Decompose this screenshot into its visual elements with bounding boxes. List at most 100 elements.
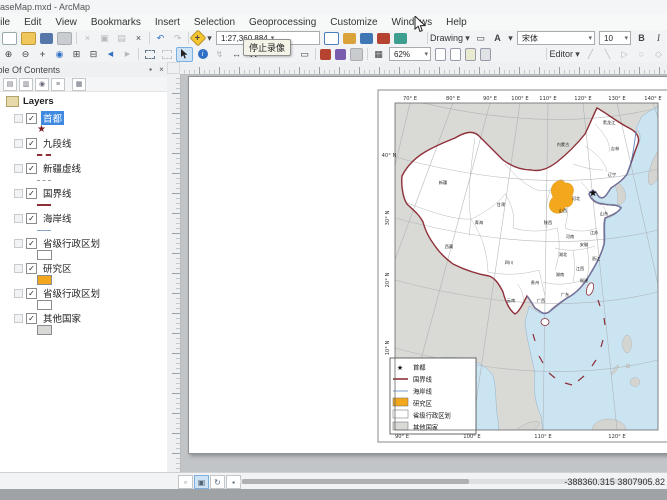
layer-checkbox[interactable]: ✓ — [26, 287, 37, 299]
layer-item-province-divisions-2[interactable]: ✓ 省级行政区划 — [14, 287, 164, 311]
layer-checkbox[interactable]: ✓ — [26, 187, 37, 199]
full-extent-icon[interactable]: ◉ — [52, 48, 67, 61]
star-symbol[interactable]: ★ — [37, 125, 46, 135]
catalog-window-icon[interactable] — [343, 32, 356, 44]
cut-icon[interactable]: × — [80, 32, 95, 45]
viewer-window-icon[interactable]: ▭ — [297, 48, 312, 61]
layer-checkbox[interactable]: ✓ — [26, 212, 37, 224]
list-by-drawing-order-icon[interactable]: ▤ — [3, 77, 17, 91]
select-features-icon[interactable] — [142, 48, 157, 61]
focus-dataframe-icon[interactable] — [465, 47, 476, 61]
list-by-selection-icon[interactable]: ≡ — [51, 77, 65, 91]
print-icon[interactable] — [57, 31, 72, 45]
modelbuilder-icon[interactable] — [394, 32, 407, 44]
expander-icon[interactable] — [14, 113, 23, 123]
zoom-100-icon[interactable] — [450, 47, 461, 61]
layer-checkbox[interactable]: ✓ — [26, 137, 37, 149]
layer-label[interactable]: 其他国家 — [41, 311, 83, 325]
map-data-frame[interactable]: 新疆 西藏 青海 甘肃 内蒙古 黑龙江 吉林 辽宁 河北 山西 陕西 河南 山东… — [377, 86, 667, 446]
font-size-combo[interactable]: 10 ▾ — [599, 31, 631, 45]
fixed-zoom-in-icon[interactable]: ⊞ — [69, 48, 84, 61]
toc-window-icon[interactable] — [324, 31, 339, 45]
layout-view-button[interactable]: ▣ — [194, 475, 209, 489]
identify-icon[interactable]: i — [195, 48, 210, 61]
menu-selection[interactable]: Selection — [187, 17, 242, 28]
fixed-zoom-out-icon[interactable]: ⊟ — [86, 48, 101, 61]
layer-checkbox[interactable]: ✓ — [26, 312, 37, 324]
white-fill-symbol[interactable] — [37, 300, 52, 310]
trace-tool-icon[interactable]: ◇ — [651, 48, 666, 61]
layer-item-national-boundary[interactable]: ✓ 国界线 — [14, 187, 164, 211]
undo-icon[interactable]: ↶ — [153, 32, 168, 45]
layer-label[interactable]: 省级行政区划 — [41, 236, 102, 250]
menu-geoprocessing[interactable]: Geoprocessing — [242, 17, 323, 28]
endpoint-arc-tool-icon[interactable]: ○ — [634, 48, 649, 61]
refresh-view-button[interactable]: ↻ — [210, 475, 225, 489]
paste-icon[interactable]: ▤ — [114, 32, 129, 45]
close-icon[interactable]: × — [156, 65, 167, 74]
text-tool-caret-icon[interactable]: ▾ — [507, 32, 514, 45]
menu-bookmarks[interactable]: Bookmarks — [84, 17, 148, 28]
layer-label[interactable]: 海岸线 — [41, 211, 74, 225]
layer-label[interactable]: 省级行政区划 — [41, 286, 102, 300]
pause-drawing-button[interactable]: ▪ — [226, 475, 241, 489]
pin-icon[interactable]: ▪ — [145, 65, 156, 74]
drawing-caret-icon[interactable]: ▾ — [464, 32, 471, 45]
pan-icon[interactable]: + — [35, 48, 50, 61]
edit-tool-icon[interactable]: ╱ — [583, 48, 598, 61]
menu-help[interactable]: Help — [439, 17, 474, 28]
clear-selection-icon[interactable] — [159, 48, 174, 61]
expander-icon[interactable] — [14, 213, 23, 223]
list-by-visibility-icon[interactable]: ◉ — [35, 77, 49, 91]
hyperlink-icon[interactable]: ↯ — [212, 48, 227, 61]
layers-root-item[interactable]: Layers — [6, 96, 54, 107]
font-name-combo[interactable]: 宋体 ▾ — [517, 31, 595, 45]
white-fill-symbol[interactable] — [37, 250, 52, 260]
new-document-icon[interactable] — [2, 31, 17, 45]
editor-menu-button[interactable]: Editor — [549, 49, 573, 59]
layer-item-coastline[interactable]: ✓ 海岸线 — [14, 212, 164, 236]
rectangle-tool-icon[interactable]: ▭ — [473, 32, 488, 45]
layer-label[interactable]: 首都 — [41, 111, 65, 125]
red-dash-symbol[interactable] — [37, 154, 51, 156]
bold-button[interactable]: B — [634, 32, 649, 45]
menu-windows[interactable]: Windows — [385, 17, 440, 28]
data-view-button[interactable]: ▫ — [178, 475, 193, 489]
edit-annotation-tool-icon[interactable]: ╲ — [600, 48, 615, 61]
expander-icon[interactable] — [14, 188, 23, 198]
editor-caret-icon[interactable]: ▾ — [574, 48, 581, 61]
copy-icon[interactable]: ▣ — [97, 32, 112, 45]
expander-icon[interactable] — [14, 263, 23, 273]
layer-label[interactable]: 国界线 — [41, 186, 74, 200]
layer-item-nine-dash-line[interactable]: ✓ 九段线 — [14, 137, 164, 161]
menu-customize[interactable]: Customize — [323, 17, 384, 28]
stop-recording-tooltip[interactable]: 停止录像 — [243, 39, 292, 56]
layer-label[interactable]: 研究区 — [41, 261, 74, 275]
expander-icon[interactable] — [14, 288, 23, 298]
layer-label[interactable]: 新疆虚线 — [41, 161, 83, 175]
straight-segment-tool-icon[interactable]: ▷ — [617, 48, 632, 61]
layer-label[interactable]: 九段线 — [41, 136, 74, 150]
refresh-view-icon[interactable] — [350, 47, 363, 61]
zoom-whole-page-icon[interactable] — [435, 47, 446, 61]
vertical-ruler[interactable] — [167, 74, 181, 472]
gray-fill-symbol[interactable] — [37, 325, 52, 335]
recorder-icon[interactable] — [320, 48, 331, 60]
redo-icon[interactable]: ↷ — [170, 32, 185, 45]
measure-icon[interactable]: ↔ — [229, 48, 244, 61]
layout-zoom-combo[interactable]: 62% ▾ — [389, 47, 431, 61]
boundary-line-symbol[interactable] — [37, 204, 51, 206]
text-tool-icon[interactable]: A — [490, 32, 505, 45]
map-legend[interactable]: ★ 首都 国界线 海岸线 研究区 省级行政区划 其他国家 — [389, 357, 477, 435]
snapshot-icon[interactable] — [335, 48, 346, 60]
delete-icon[interactable]: × — [131, 32, 146, 45]
list-by-source-icon[interactable]: ▥ — [19, 77, 33, 91]
graticule-grid-icon[interactable]: ▦ — [371, 48, 386, 61]
menu-edit[interactable]: Edit — [17, 17, 48, 28]
layer-item-xinjiang-dashed[interactable]: ✓ 新疆虚线 — [14, 162, 164, 186]
gray-dash-symbol[interactable] — [37, 179, 51, 181]
add-data-caret-icon[interactable]: ▾ — [206, 32, 213, 45]
layer-checkbox[interactable]: ✓ — [26, 262, 37, 274]
menu-view[interactable]: View — [48, 17, 84, 28]
zoom-out-icon[interactable]: ⊖ — [18, 48, 33, 61]
